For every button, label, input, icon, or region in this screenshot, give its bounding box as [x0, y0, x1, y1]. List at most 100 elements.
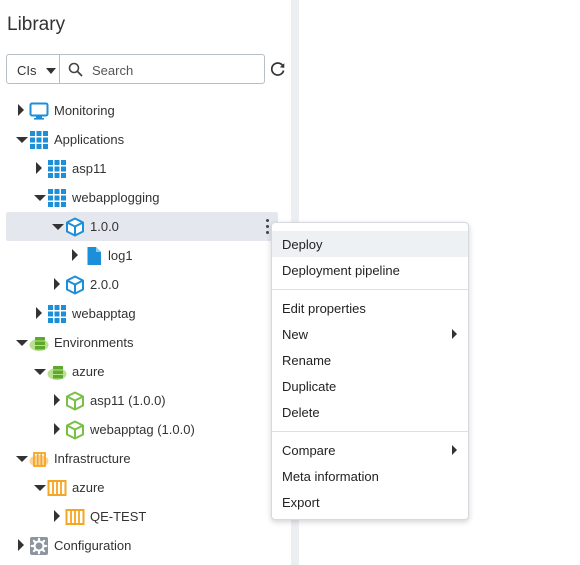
- caret-right-icon[interactable]: [72, 249, 78, 261]
- caret-right-icon[interactable]: [36, 307, 42, 319]
- refresh-icon[interactable]: [269, 60, 287, 78]
- tree-item-2-0-0[interactable]: 2.0.0: [6, 270, 278, 299]
- search-row: CIs: [6, 54, 291, 86]
- tree-item-infrastructure[interactable]: Infrastructure: [6, 444, 278, 473]
- tree-item-asp11-deployed[interactable]: asp11 (1.0.0): [6, 386, 278, 415]
- monitor-icon: [29, 102, 49, 120]
- menu-item-compare[interactable]: Compare: [272, 437, 468, 463]
- menu-item-label: Deployment pipeline: [282, 263, 400, 278]
- environment-icon: [47, 366, 67, 380]
- tree-item-label: QE-TEST: [90, 509, 147, 524]
- menu-item-duplicate[interactable]: Duplicate: [272, 373, 468, 399]
- grid-icon: [48, 160, 66, 178]
- tree-item-webapptag-deployed[interactable]: webapptag (1.0.0): [6, 415, 278, 444]
- caret-right-icon[interactable]: [54, 510, 60, 522]
- menu-item-label: Duplicate: [282, 379, 337, 394]
- tree-item-label: log1: [108, 248, 133, 263]
- caret-down-icon[interactable]: [16, 137, 28, 143]
- tree-item-label: Infrastructure: [54, 451, 131, 466]
- submenu-arrow-icon: [452, 445, 457, 455]
- chevron-down-icon: [46, 68, 56, 74]
- caret-right-icon[interactable]: [54, 394, 60, 406]
- tree-item-label: webapptag: [72, 306, 136, 321]
- tree-item-label: Monitoring: [54, 103, 115, 118]
- tree-item-azure-environment[interactable]: azure: [6, 357, 278, 386]
- grid-icon: [48, 305, 66, 323]
- menu-divider: [272, 289, 468, 290]
- search-box[interactable]: [59, 54, 265, 84]
- tree-item-azure-infrastructure[interactable]: azure: [6, 473, 278, 502]
- menu-item-label: Rename: [282, 353, 332, 368]
- menu-item-new[interactable]: New: [272, 321, 468, 347]
- search-input[interactable]: [90, 59, 262, 81]
- context-menu: Deploy Deployment pipeline Edit properti…: [271, 222, 469, 520]
- menu-item-label: Compare: [282, 443, 336, 458]
- library-title: Library: [7, 14, 66, 35]
- tree-item-monitoring[interactable]: Monitoring: [6, 96, 278, 125]
- library-sidebar: Library CIs Monitoring: [0, 0, 291, 565]
- tree-item-label: azure: [72, 364, 105, 379]
- tree-item-1-0-0[interactable]: 1.0.0: [6, 212, 278, 241]
- tree-item-webapptag[interactable]: webapptag: [6, 299, 278, 328]
- tree-item-label: 2.0.0: [90, 277, 119, 292]
- green-package-icon: [66, 391, 84, 411]
- menu-item-rename[interactable]: Rename: [272, 347, 468, 373]
- menu-item-meta-information[interactable]: Meta information: [272, 463, 468, 489]
- caret-right-icon[interactable]: [54, 423, 60, 435]
- menu-item-label: Deploy: [282, 237, 323, 252]
- package-icon: [66, 217, 84, 237]
- caret-down-icon[interactable]: [16, 340, 28, 346]
- grid-icon: [48, 189, 66, 207]
- tree-item-log1[interactable]: log1: [6, 241, 278, 270]
- package-icon: [66, 275, 84, 295]
- tree-item-webapplogging[interactable]: webapplogging: [6, 183, 278, 212]
- ci-type-select[interactable]: CIs: [6, 54, 60, 84]
- tree-item-configuration[interactable]: Configuration: [6, 531, 278, 560]
- tree-item-environments[interactable]: Environments: [6, 328, 278, 357]
- tree-item-label: 1.0.0: [90, 219, 119, 234]
- caret-right-icon[interactable]: [36, 162, 42, 174]
- menu-item-label: Meta information: [282, 469, 379, 484]
- caret-right-icon[interactable]: [18, 104, 24, 116]
- tree-item-applications[interactable]: Applications: [6, 125, 278, 154]
- ci-type-select-value: CIs: [17, 63, 37, 78]
- caret-right-icon[interactable]: [18, 539, 24, 551]
- menu-item-deployment-pipeline[interactable]: Deployment pipeline: [272, 257, 468, 283]
- tree-item-label: azure: [72, 480, 105, 495]
- server-icon: [47, 480, 67, 496]
- infrastructure-icon: [29, 452, 49, 467]
- menu-item-label: New: [282, 327, 309, 342]
- menu-item-export[interactable]: Export: [272, 489, 468, 515]
- caret-down-icon[interactable]: [34, 195, 46, 201]
- menu-item-edit-properties[interactable]: Edit properties: [272, 295, 468, 321]
- caret-down-icon[interactable]: [16, 456, 28, 462]
- tree-item-qe-test[interactable]: QE-TEST: [6, 502, 278, 531]
- submenu-arrow-icon: [452, 329, 457, 339]
- search-icon: [68, 62, 83, 77]
- menu-item-label: Export: [282, 495, 320, 510]
- menu-item-deploy[interactable]: Deploy: [272, 231, 468, 257]
- tree-item-asp11[interactable]: asp11: [6, 154, 278, 183]
- menu-item-label: Delete: [282, 405, 320, 420]
- caret-down-icon[interactable]: [52, 224, 64, 230]
- menu-divider: [272, 431, 468, 432]
- tree-item-label: webapptag (1.0.0): [90, 422, 195, 437]
- caret-right-icon[interactable]: [54, 278, 60, 290]
- tree-item-label: Environments: [54, 335, 134, 350]
- environment-icon: [29, 337, 49, 351]
- tree-item-label: webapplogging: [72, 190, 160, 205]
- tree-item-label: asp11 (1.0.0): [90, 393, 166, 408]
- menu-item-label: Edit properties: [282, 301, 366, 316]
- gear-icon: [30, 537, 48, 555]
- tree-item-label: asp11: [72, 161, 107, 176]
- menu-item-delete[interactable]: Delete: [272, 399, 468, 425]
- tree-item-label: Configuration: [54, 538, 132, 553]
- file-icon: [87, 247, 101, 265]
- caret-down-icon[interactable]: [34, 369, 46, 375]
- green-package-icon: [66, 420, 84, 440]
- server-icon: [65, 509, 85, 525]
- more-actions-icon[interactable]: [266, 219, 270, 235]
- tree-item-label: Applications: [54, 132, 125, 147]
- grid-icon: [30, 131, 48, 149]
- caret-down-icon[interactable]: [34, 485, 46, 491]
